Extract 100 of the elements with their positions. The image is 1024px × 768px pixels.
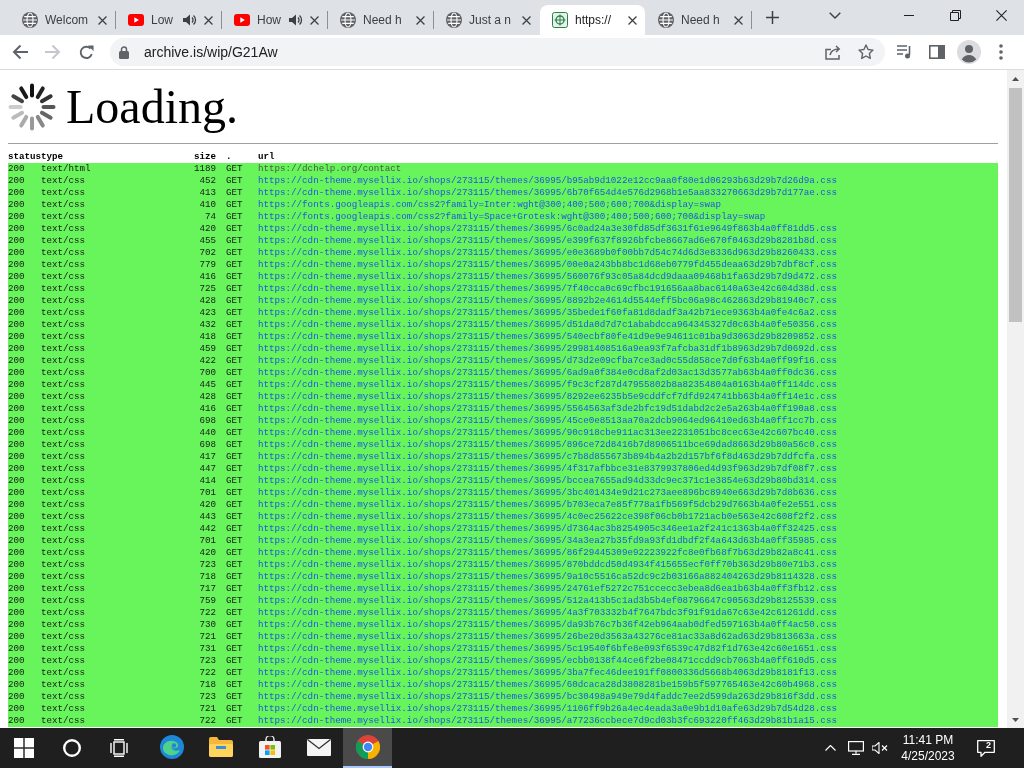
url-link[interactable]: https://cdn-theme.mysellix.io/shops/273115/themes/36995/6ad9a0f384e0cd8af2d03ac13d3577ab63b4a0ff0dc36.css <box>258 367 837 379</box>
url-link[interactable]: https://cdn-theme.mysellix.io/shops/273115/themes/36995/da93b76c7b36f42eb964aab0dfed597163b4a0ff4ac50.css <box>258 619 837 631</box>
type-cell-text: text/css <box>41 655 87 667</box>
url-link[interactable]: https://cdn-theme.mysellix.io/shops/273115/themes/36995/5564563af3de2bfc19d51dabd2c2e5a263b4a0ff190a8.css <box>258 403 837 415</box>
url-link[interactable]: https://cdn-theme.mysellix.io/shops/273115/themes/36995/1106ff9b26a4ec4eada3a0e9b1d10afe63d29b7d54d28.css <box>258 703 837 715</box>
scrollbar[interactable] <box>1007 70 1024 728</box>
browser-tab[interactable]: Low <box>116 5 221 35</box>
method-cell-text: GET <box>226 271 244 283</box>
url-link[interactable]: https://cdn-theme.mysellix.io/shops/273115/themes/36995/bc30498a949e79d4faddc7ee2d599da263d29b816f3dd.css <box>258 691 837 703</box>
close-icon[interactable] <box>204 15 213 25</box>
type-cell-text: text/css <box>41 295 87 307</box>
url-link[interactable]: https://cdn-theme.mysellix.io/shops/273115/themes/36995/6b70f654d4e576d2968b1e5aa833270663d29b7d177ae.css <box>258 187 837 199</box>
address-bar[interactable]: archive.is/wip/G21Aw <box>110 38 885 66</box>
url-link[interactable]: https://cdn-theme.mysellix.io/shops/273115/themes/36995/a77236ccbece7d9cd03b3fc693220ff463d29b81b1a15.css <box>258 715 837 727</box>
size-cell-text: 730 <box>198 619 216 631</box>
url-link[interactable]: https://cdn-theme.mysellix.io/shops/273115/themes/36995/34a3ea27b35fd9a93fd1dbdf2f4a643d63b4a0ff35985.css <box>258 535 837 547</box>
method-cell-text: GET <box>226 691 244 703</box>
browser-tab[interactable]: Welcom <box>10 5 115 35</box>
url-link[interactable]: https://cdn-theme.mysellix.io/shops/273115/themes/36995/d7364ac3b8254905c346ee1a2f241c1363b4a0ff32425.css <box>258 523 837 535</box>
browser-tab[interactable]: https:// <box>540 5 645 35</box>
close-icon[interactable] <box>734 15 743 25</box>
size-cell-text: 440 <box>198 427 216 439</box>
url-link[interactable]: https://cdn-theme.mysellix.io/shops/273115/themes/36995/8892b2e4614d5544eff5bc06a98c462863d29b81940c7.css <box>258 295 837 307</box>
playlist-icon <box>897 45 913 59</box>
url-link[interactable]: https://cdn-theme.mysellix.io/shops/273115/themes/36995/35bede1f60fa81d8dadf3a42b71ece9363b4a0fe4c6a2.css <box>258 307 837 319</box>
close-icon[interactable] <box>628 15 637 25</box>
url-link[interactable]: https://cdn-theme.mysellix.io/shops/273115/themes/36995/e399f637f8926bfcbe8667ad6e670f0463d29b8281b8d.css <box>258 235 837 247</box>
method-cell-text: GET <box>226 343 244 355</box>
url-link[interactable]: https://cdn-theme.mysellix.io/shops/273115/themes/36995/b95ab9d1022e12cc9aa0f80e1d06293b63d29b7d26d9a.css <box>258 175 837 187</box>
url-link[interactable]: https://cdn-theme.mysellix.io/shops/273115/themes/36995/5c19540f6bfe8e093f6539c47d82f1d763e42c60e1651.css <box>258 643 837 655</box>
url-link[interactable]: https://cdn-theme.mysellix.io/shops/273115/themes/36995/4f317afbbce31e8379937806ed4d93f963d29b7df08f7.css <box>258 463 837 475</box>
url-link[interactable]: https://fonts.googleapis.com/css2?family=Space+Grotesk:wght@300;400;500;600;700&display=swap <box>258 211 766 223</box>
url-link[interactable]: https://cdn-theme.mysellix.io/shops/273115/themes/36995/60dcaca28d3808281be159b5f597765463e42c60b4968.css <box>258 679 837 691</box>
close-icon[interactable] <box>98 15 107 25</box>
method-cell-text: GET <box>226 199 244 211</box>
column-header: status <box>8 151 41 163</box>
url-link[interactable]: https://cdn-theme.mysellix.io/shops/273115/themes/36995/bccea7655ad94d33dc9ec371c1e3854e63d29b80bd314.css <box>258 475 837 487</box>
url-link[interactable]: https://cdn-theme.mysellix.io/shops/273115/themes/36995/c7b8d855673b894b4a2b2d157bf6f8d463d29b7ddfcfa.css <box>258 451 837 463</box>
status-cell-text: 200 <box>8 571 26 583</box>
method-cell-text: GET <box>226 631 244 643</box>
browser-tab[interactable]: Need h <box>328 5 433 35</box>
url-link[interactable]: https://cdn-theme.mysellix.io/shops/273115/themes/36995/4a3f703332b4f7647bdc3f91f91da67c63e42c61261dd.css <box>258 607 837 619</box>
size-cell-text: 452 <box>198 175 216 187</box>
close-icon[interactable] <box>416 15 425 25</box>
size-cell-text: 442 <box>198 523 216 535</box>
scroll-down-arrow-icon[interactable] <box>1012 717 1019 722</box>
url-link[interactable]: https://cdn-theme.mysellix.io/shops/273115/themes/36995/45ce0e8513aa70a2dcb9064ed96410ed63b4a0ff1cc7b.css <box>258 415 837 427</box>
size-cell-text: 74 <box>203 211 216 223</box>
url-link[interactable]: https://cdn-theme.mysellix.io/shops/273115/themes/36995/3ba7fec46dee191ff0800336d5668b4063d29b8181f13.css <box>258 667 837 679</box>
ring-icon <box>63 739 81 757</box>
globe-icon <box>340 12 356 28</box>
page-heading: Loading. <box>66 83 238 131</box>
url-link[interactable]: https://cdn-theme.mysellix.io/shops/273115/themes/36995/b703eca7e85f778a1fb569f5dcb29d7663b4a0fe2e551.css <box>258 499 837 511</box>
size-cell-text: 422 <box>198 355 216 367</box>
url-link[interactable]: https://cdn-theme.mysellix.io/shops/273115/themes/36995/29981408516a9ea93f7afcba31df1b8963d29b7d0692d.css <box>258 343 837 355</box>
url-link[interactable]: https://cdn-theme.mysellix.io/shops/273115/themes/36995/8292ee6235b5e9cddfcf7dfd924741bb63b4a0ff14e1c.css <box>258 391 837 403</box>
column-header: size <box>192 151 216 163</box>
size-cell-text: 731 <box>198 643 216 655</box>
close-icon[interactable] <box>522 15 531 25</box>
url-link[interactable]: https://cdn-theme.mysellix.io/shops/273115/themes/36995/ecbb0138f44ce6f2be08471ccdd9cb7063b4a0ff610d5.css <box>258 655 837 667</box>
url-link[interactable]: https://cdn-theme.mysellix.io/shops/273115/themes/36995/f9c3cf287d47955802b8a82354804a0163b4a0ff114dc.css <box>258 379 837 391</box>
method-cell-text: GET <box>226 643 244 655</box>
url-link[interactable]: https://cdn-theme.mysellix.io/shops/273115/themes/36995/540ecbf80fe41d9e9e94611c01ba9d3063d29b8209852.css <box>258 331 837 343</box>
url-link[interactable]: https://cdn-theme.mysellix.io/shops/273115/themes/36995/7f40cca0c69cfbc191656aa8bac6140a63e42c604d38d.css <box>258 283 837 295</box>
url-link[interactable]: https://cdn-theme.mysellix.io/shops/273115/themes/36995/4c0ec25622ce398f06cb0b1721acb0e563e42c608f2f2.css <box>258 511 837 523</box>
method-cell-text: GET <box>226 607 244 619</box>
notification-button[interactable]: 2 <box>966 728 1006 768</box>
method-cell-text: GET <box>226 247 244 259</box>
type-cell-text: text/css <box>41 175 87 187</box>
url-link[interactable]: https://cdn-theme.mysellix.io/shops/273115/themes/36995/d73d2e09cfba7ce3ad0c55d858ce7d0f63b4a0ff99f16.css <box>258 355 837 367</box>
url-link[interactable]: https://cdn-theme.mysellix.io/shops/273115/themes/36995/26be20d3563a43276ce81ac33a8d62ad63d29b813663a.css <box>258 631 837 643</box>
profile-button[interactable] <box>955 38 983 66</box>
type-cell-text: text/css <box>41 247 87 259</box>
url-link[interactable]: https://cdn-theme.mysellix.io/shops/273115/themes/36995/896ce72d8416b7d8906511bce69dad8663d29b80a56c0.css <box>258 439 837 451</box>
scroll-up-arrow-icon[interactable] <box>1012 76 1019 81</box>
url-link[interactable]: https://cdn-theme.mysellix.io/shops/273115/themes/36995/d51da0d7d7c1ababdcca964345327d0c63b4a0fe50356.css <box>258 319 837 331</box>
url-link[interactable]: https://cdn-theme.mysellix.io/shops/273115/themes/36995/870bddcd50d4934f415655ecf0ff70b363d29b80e71b3.css <box>258 559 837 571</box>
shopping-bag-icon <box>258 736 281 758</box>
clock-date: 4/25/2023 <box>901 748 955 764</box>
url-link[interactable]: https://cdn-theme.mysellix.io/shops/273115/themes/36995/00e0a243bb8bc1d68eb0779fd455deaa63d29b7dbf8cf.css <box>258 259 837 271</box>
folder-icon <box>208 737 233 757</box>
browser-tab[interactable]: Just a n <box>434 5 539 35</box>
url-link[interactable]: https://cdn-theme.mysellix.io/shops/273115/themes/36995/3bc401434e9d21c273aee896bc8940e663d29b7d8b636.css <box>258 487 837 499</box>
url-link[interactable]: https://cdn-theme.mysellix.io/shops/273115/themes/36995/e0e3689b0f00bb7d54c74d6d3e8336d963d29b8260433.css <box>258 247 837 259</box>
url-link[interactable]: https://fonts.googleapis.com/css2?family=Inter:wght@300;400;500;600;700&display=swap <box>258 199 722 211</box>
url-link[interactable]: https://cdn-theme.mysellix.io/shops/273115/themes/36995/90c918cbe911ac313ee2231051bc8cec63e42c607bc40.css <box>258 427 837 439</box>
browser-tab[interactable]: Need h <box>646 5 751 35</box>
status-cell-text: 200 <box>8 379 26 391</box>
url-link[interactable]: https://cdn-theme.mysellix.io/shops/273115/themes/36995/24761ef5272c751ccecc3ebea8d6ea1b63b4a0ff3fb12.css <box>258 583 837 595</box>
url-link[interactable]: https://cdn-theme.mysellix.io/shops/273115/themes/36995/86f29445309e92223922fc8e0fb68f7b63d29b82a8c41.css <box>258 547 837 559</box>
size-cell-text: 420 <box>198 547 216 559</box>
url-link[interactable]: https://cdn-theme.mysellix.io/shops/273115/themes/36995/6c0ad24a3e30fd85df3631f61e9649f863b4a0ff81dd5.css <box>258 223 837 235</box>
scroll-thumb[interactable] <box>1009 88 1022 322</box>
url-link[interactable]: https://cdn-theme.mysellix.io/shops/273115/themes/36995/512a413b5c1ad3b5b4ef08796647c90563d29b8125539.css <box>258 595 837 607</box>
status-cell-text: 200 <box>8 511 26 523</box>
url-link[interactable]: https://cdn-theme.mysellix.io/shops/273115/themes/36995/560076f93c05a84dcd9daaa09468b1fa63d29b7d9d472.css <box>258 271 837 283</box>
browser-tab[interactable]: How <box>222 5 327 35</box>
url-link[interactable]: https://cdn-theme.mysellix.io/shops/273115/themes/36995/9a10c5516ca52dc9c2b03166a882404263d29b8114328.css <box>258 571 837 583</box>
close-icon[interactable] <box>310 15 319 25</box>
size-cell-text: 779 <box>198 259 216 271</box>
